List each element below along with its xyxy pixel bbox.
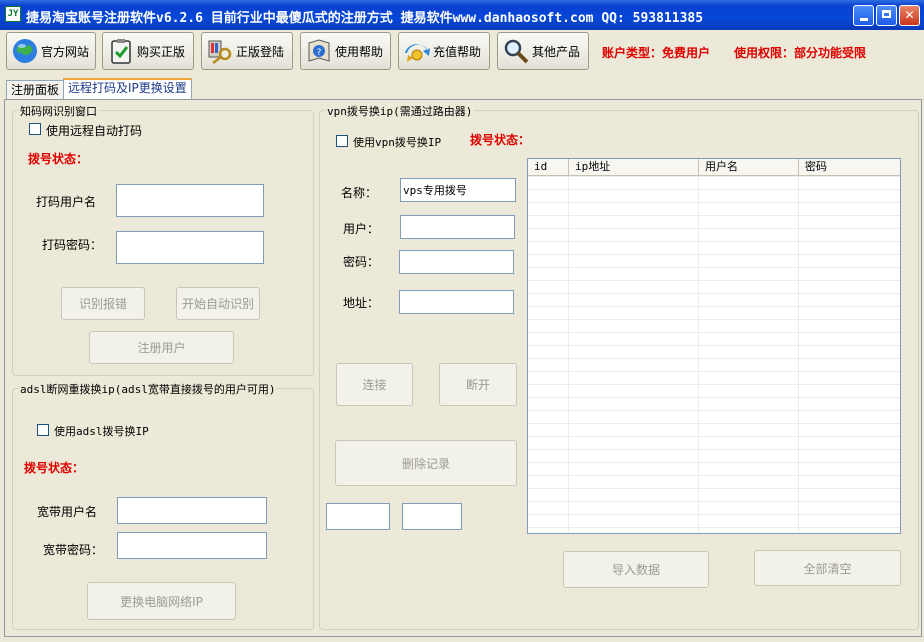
vpn-name-label: 名称： — [341, 186, 378, 200]
vpn-user-input[interactable] — [400, 215, 515, 239]
minimize-button[interactable] — [853, 5, 874, 26]
vpn-pass-label: 密码： — [343, 255, 380, 269]
magnifier-icon — [501, 36, 531, 66]
official-site-button[interactable]: 官方网站 — [6, 32, 96, 70]
vpn-status-label: 拨号状态： — [470, 133, 531, 147]
captcha-group-title: 知码网识别窗口 — [18, 103, 99, 119]
recharge-help-label: 充值帮助 — [433, 44, 482, 59]
column-header-password[interactable]: 密码 — [799, 159, 900, 176]
table-column-divider — [798, 176, 799, 533]
maximize-button[interactable] — [876, 5, 897, 26]
adsl-checkbox[interactable] — [37, 424, 49, 436]
vpn-extra-field-2[interactable] — [402, 503, 462, 530]
vpn-user-label: 用户： — [343, 222, 380, 236]
remote-captcha-checkbox[interactable] — [29, 123, 41, 135]
key-login-icon — [205, 36, 235, 66]
column-header-ip[interactable]: ip地址 — [569, 159, 699, 176]
vpn-connect-button[interactable]: 连接 — [336, 363, 413, 406]
usage-help-label: 使用帮助 — [335, 44, 384, 59]
column-header-username[interactable]: 用户名 — [699, 159, 799, 176]
vpn-pass-input[interactable] — [399, 250, 514, 274]
vpn-extra-field-1[interactable] — [326, 503, 390, 530]
help-book-icon: ? — [304, 36, 334, 66]
adsl-checkbox-label: 使用adsl拨号换IP — [54, 425, 149, 438]
close-button[interactable]: ✕ — [899, 5, 920, 26]
captcha-pass-label: 打码密码： — [42, 238, 103, 252]
recharge-help-button[interactable]: 充值帮助 — [398, 32, 490, 70]
adsl-pass-label: 宽带密码： — [43, 543, 104, 557]
column-header-id[interactable]: id — [528, 159, 569, 176]
clear-all-button[interactable]: 全部清空 — [754, 550, 901, 586]
tab-remote-captcha-ip[interactable]: 远程打码及IP更换设置 — [63, 78, 192, 100]
captcha-user-label: 打码用户名 — [36, 195, 97, 209]
recharge-icon — [402, 36, 432, 66]
svg-text:?: ? — [317, 48, 322, 58]
official-site-label: 官方网站 — [41, 44, 90, 59]
table-grid — [528, 176, 900, 533]
vpn-record-table[interactable]: id ip地址 用户名 密码 — [527, 158, 901, 534]
vpn-group-title: vpn拨号换ip(需通过路由器) — [325, 103, 475, 119]
change-ip-button[interactable]: 更换电脑网络IP — [87, 582, 236, 620]
table-column-divider — [568, 176, 569, 533]
adsl-user-input[interactable] — [117, 497, 267, 524]
license-login-label: 正版登陆 — [236, 44, 285, 59]
other-products-button[interactable]: 其他产品 — [497, 32, 589, 70]
app-icon: JY — [5, 6, 21, 22]
license-login-button[interactable]: 正版登陆 — [201, 32, 293, 70]
tab-register-panel[interactable]: 注册面板 — [6, 80, 65, 99]
buy-license-label: 购买正版 — [137, 44, 186, 59]
adsl-group-title: adsl断网重拨换ip(adsl宽带直接拨号的用户可用) — [18, 381, 278, 397]
captcha-user-input[interactable] — [116, 184, 264, 217]
vpn-addr-label: 地址： — [343, 296, 380, 310]
minimize-icon — [859, 18, 868, 21]
vpn-addr-input[interactable] — [399, 290, 514, 314]
usage-help-button[interactable]: ? 使用帮助 — [300, 32, 391, 70]
permission-level: 使用权限：部分功能受限 — [734, 46, 867, 60]
table-column-divider — [698, 176, 699, 533]
vpn-checkbox-label: 使用vpn拨号换IP — [353, 136, 442, 149]
buy-license-button[interactable]: 购买正版 — [102, 32, 194, 70]
vpn-checkbox[interactable] — [336, 135, 348, 147]
adsl-status-label: 拨号状态： — [24, 461, 85, 475]
maximize-icon — [882, 10, 891, 18]
clipboard-check-icon — [106, 36, 136, 66]
title-bar[interactable]: JY 捷易淘宝账号注册软件v6.2.6 目前行业中最傻瓜式的注册方式 捷易软件w… — [0, 0, 924, 30]
close-icon: ✕ — [904, 8, 915, 22]
account-type: 账户类型：免费用户 — [602, 46, 711, 60]
other-products-label: 其他产品 — [532, 44, 581, 59]
captcha-pass-input[interactable] — [116, 231, 264, 264]
vpn-name-input[interactable] — [400, 178, 516, 202]
delete-record-button[interactable]: 删除记录 — [335, 440, 517, 486]
import-data-button[interactable]: 导入数据 — [563, 551, 709, 588]
remote-captcha-label: 使用远程自动打码 — [46, 124, 143, 138]
register-user-button[interactable]: 注册用户 — [89, 331, 234, 364]
adsl-pass-input[interactable] — [117, 532, 267, 559]
globe-icon — [10, 36, 40, 66]
start-auto-recognize-button[interactable]: 开始自动识别 — [176, 287, 260, 320]
captcha-status-label: 拨号状态： — [28, 152, 89, 166]
vpn-disconnect-button[interactable]: 断开 — [439, 363, 517, 406]
report-error-button[interactable]: 识别报错 — [61, 287, 145, 320]
adsl-user-label: 宽带用户名 — [37, 505, 98, 519]
window-title: 捷易淘宝账号注册软件v6.2.6 目前行业中最傻瓜式的注册方式 捷易软件www.… — [26, 11, 704, 26]
